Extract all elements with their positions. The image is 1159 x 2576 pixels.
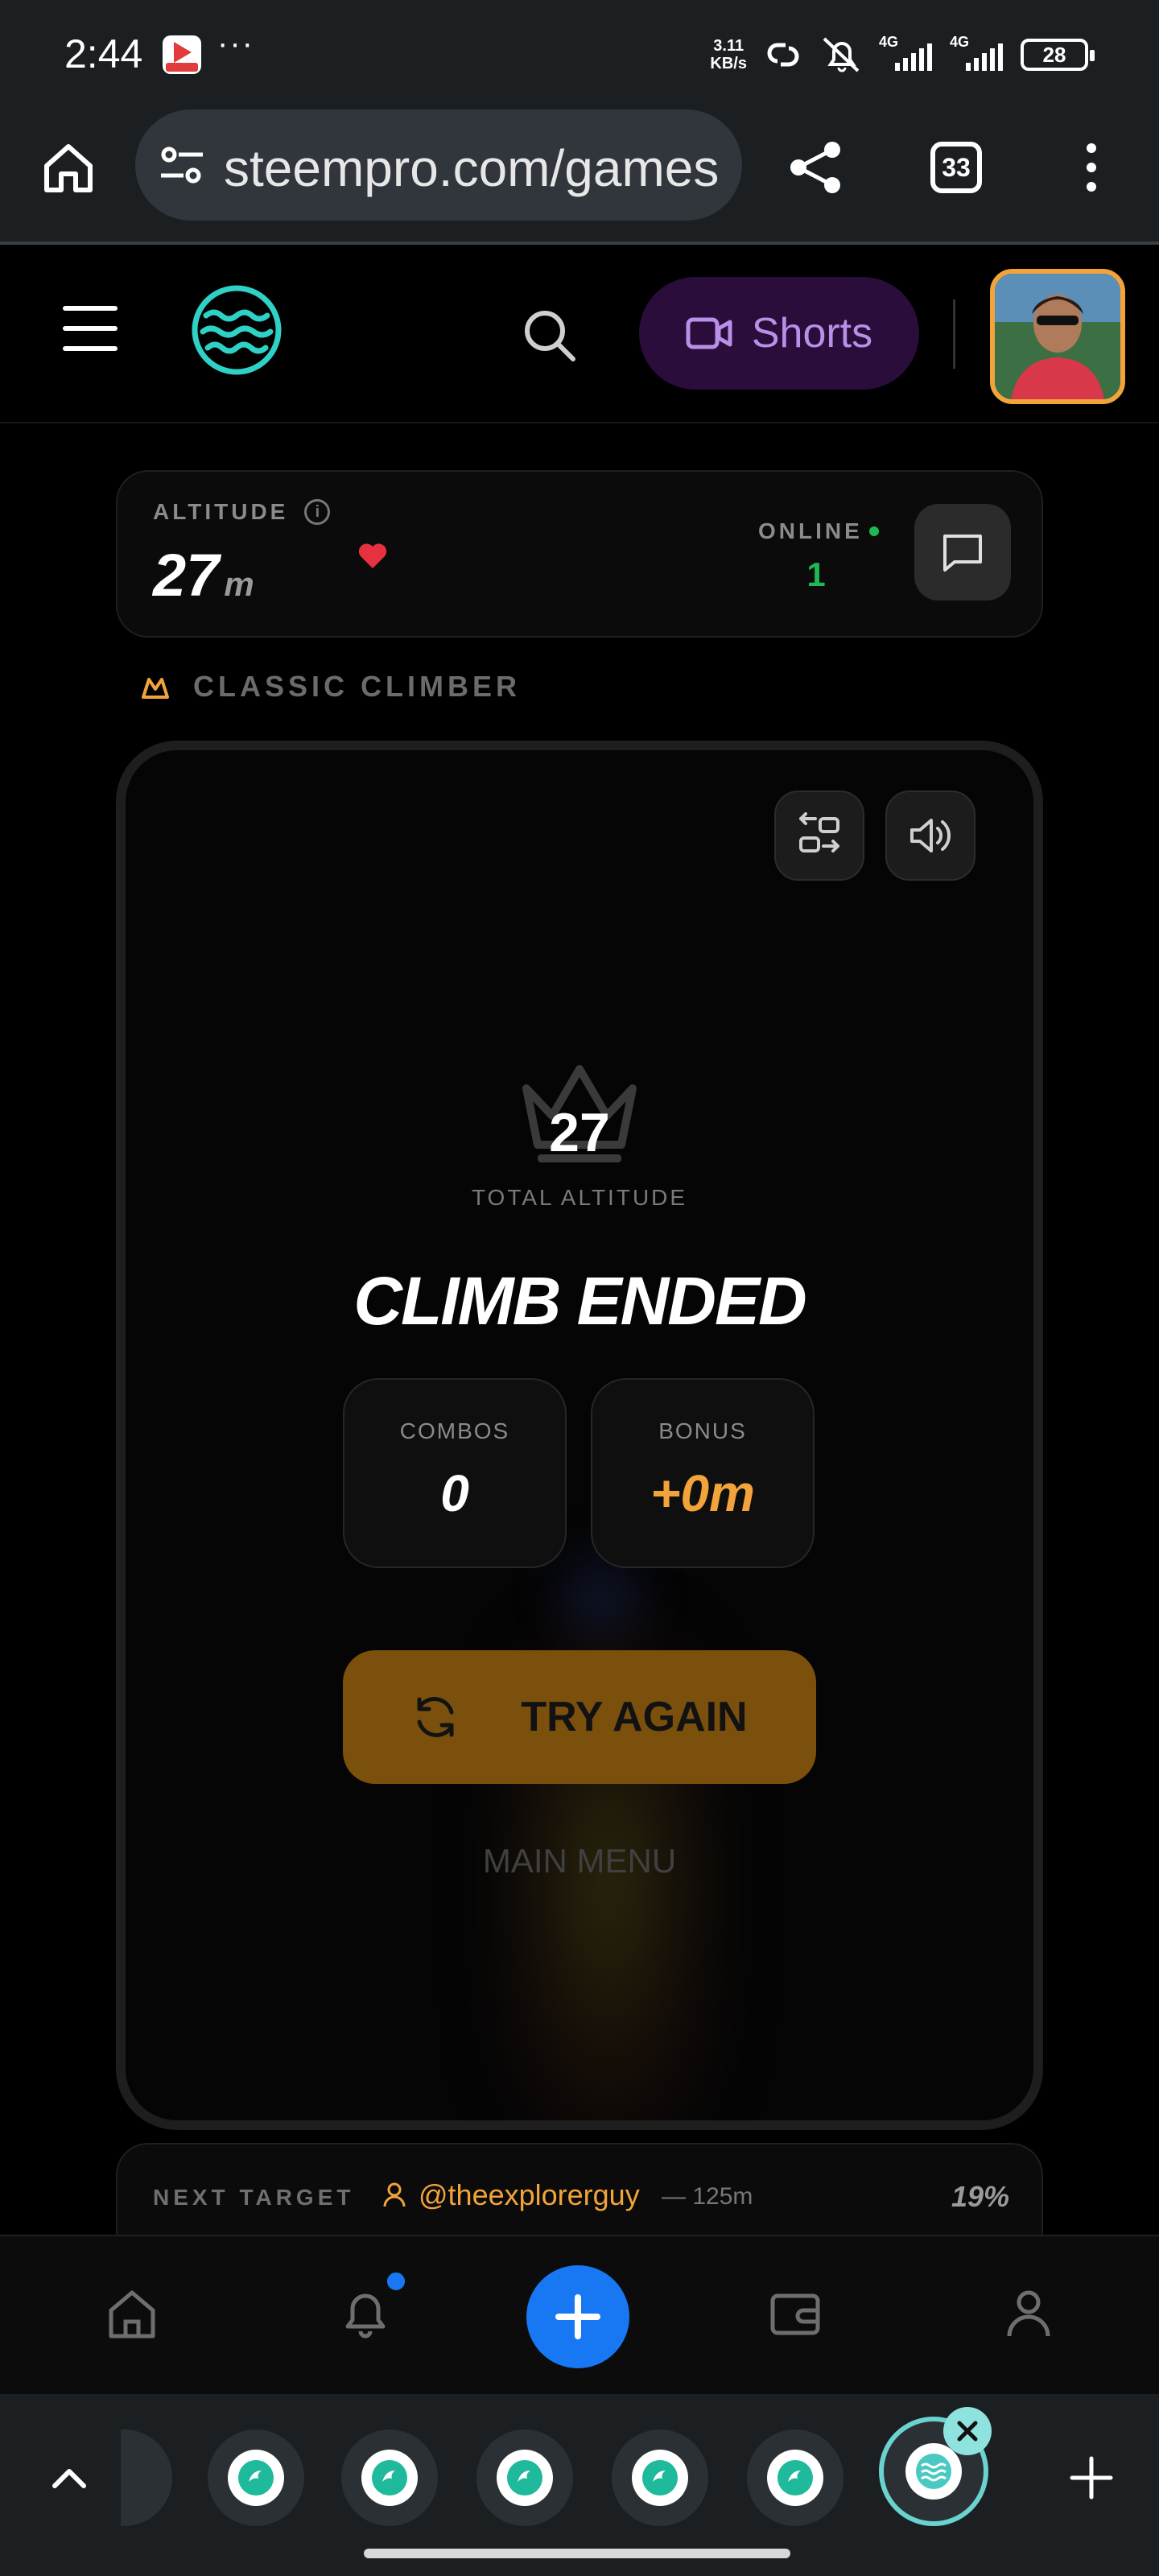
signal-sim1-icon: 4G [879,34,935,71]
net-speed: 3.11 KB/s [710,37,747,72]
tab-favicon[interactable] [612,2429,708,2526]
new-tab-icon[interactable] [1067,2454,1116,2502]
video-icon [686,317,732,349]
total-altitude-label: TOTAL ALTITUDE [471,1185,688,1210]
steemit-icon [767,2450,823,2506]
browser-tab-strip [0,2394,1159,2576]
combos-label: COMBOS [399,1418,510,1443]
shorts-label: Shorts [751,310,873,357]
user-icon[interactable] [996,2281,1061,2346]
bonus-stat: BONUS +0m [591,1378,815,1568]
bottom-nav [0,2235,1159,2394]
target-username: @theexplorerguy [419,2178,640,2211]
status-more-icon: ··· [217,26,254,61]
tab-favicon[interactable] [476,2429,573,2526]
mute-icon [823,37,860,72]
heart-icon [358,543,387,568]
total-altitude-value: 27 [549,1102,610,1163]
battery-indicator: 28 [1021,39,1095,71]
notification-badge [385,2270,407,2293]
plus-icon [555,2294,600,2339]
toggle-view-button[interactable] [774,791,864,881]
steemit-icon [497,2450,553,2506]
altitude-card: ALTITUDE i 27 m ONLINE 1 [116,470,1043,638]
shorts-button[interactable]: Shorts [639,277,919,390]
online-count: 1 [806,555,826,593]
chat-button[interactable] [914,504,1011,601]
steemit-icon [632,2450,688,2506]
target-distance: — 125m [662,2183,753,2210]
try-again-button[interactable]: TRY AGAIN [343,1650,816,1784]
steemit-icon [361,2450,418,2506]
game-mode-label: CLASSIC CLIMBER [142,670,521,704]
chat-icon [943,535,982,572]
create-post-button[interactable] [526,2265,629,2368]
browser-toolbar: steempro.com/games 33 [0,106,1159,245]
try-again-label: TRY AGAIN [521,1694,748,1740]
altitude-label: ALTITUDE [153,499,289,524]
user-icon [383,2182,406,2207]
tab-favicon-partial[interactable] [121,2429,172,2526]
status-bar: 2:44 ··· 3.11 KB/s 4G 4G 28 [0,0,1159,106]
tabs-button[interactable]: 33 [930,142,982,193]
altitude-unit: m [224,565,254,603]
mountain-icon [142,678,169,699]
next-target-card: NEXT TARGET @theexplorerguy — 125m 19% [116,2143,1043,2240]
search-icon[interactable] [520,306,578,364]
tab-favicon[interactable] [341,2429,438,2526]
header-divider [953,299,955,369]
avatar[interactable] [990,269,1125,404]
tab-favicon[interactable] [208,2429,304,2526]
online-label: ONLINE [758,518,863,543]
signal-sim2-icon: 4G [950,34,1006,71]
refresh-icon [417,1697,454,1737]
hotspot-link-icon [767,43,799,67]
combos-value: 0 [440,1464,469,1522]
game-mode-text: CLASSIC CLIMBER [193,670,521,703]
game-canvas[interactable]: 27 TOTAL ALTITUDE CLIMB ENDED COMBOS 0 B… [116,741,1043,2130]
url-text[interactable]: steempro.com/games [224,138,719,198]
climb-ended-title: CLIMB ENDED [353,1263,806,1339]
steempro-icon [905,2443,962,2500]
menu-icon[interactable] [63,306,118,353]
address-bar[interactable]: steempro.com/games [135,109,742,221]
sound-toggle-button[interactable] [885,791,975,881]
steemit-icon [228,2450,284,2506]
play-store-icon [163,35,201,74]
info-icon[interactable]: i [304,499,331,525]
target-user-link[interactable]: @theexplorerguy [383,2178,640,2212]
target-progress-percent: 19% [951,2180,1009,2213]
steempro-logo[interactable] [190,283,283,377]
chevron-up-icon[interactable] [47,2455,92,2500]
status-time: 2:44 [64,31,143,76]
home-icon[interactable] [100,2281,164,2346]
online-status-dot [869,526,879,536]
more-vert-icon[interactable] [1077,138,1106,203]
site-header: Shorts [0,248,1159,423]
bell-icon[interactable] [333,2281,398,2346]
speaker-icon [910,819,951,852]
wallet-icon[interactable] [763,2281,827,2346]
home-icon[interactable] [40,140,97,196]
combos-stat: COMBOS 0 [343,1378,567,1568]
altitude-value-row: 27 m [153,541,254,609]
swap-layout-icon [799,812,839,852]
next-target-label: NEXT TARGET [153,2185,355,2210]
share-icon[interactable] [787,138,845,196]
bonus-value: +0m [650,1464,755,1522]
close-tab-button[interactable] [943,2407,992,2455]
main-menu-link[interactable]: MAIN MENU [126,1842,1033,1880]
close-icon [957,2421,978,2442]
home-indicator [364,2549,790,2558]
tab-favicon[interactable] [747,2429,843,2526]
altitude-value: 27 [153,542,220,609]
bonus-label: BONUS [658,1418,747,1443]
altitude-label-row: ALTITUDE i [153,499,331,525]
site-settings-icon[interactable] [158,142,206,190]
